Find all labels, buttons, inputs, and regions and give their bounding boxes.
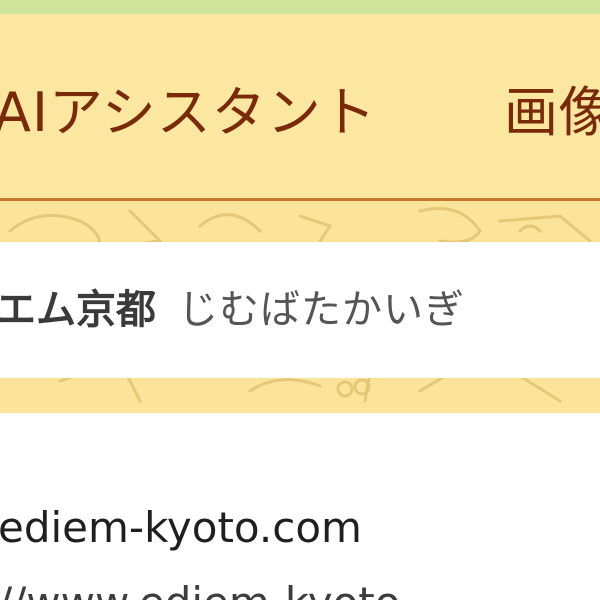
query-main-text: エム京都 [0, 287, 156, 333]
page: AIアシスタント 画像 エム京都じむばたか [0, 0, 600, 600]
top-banner-strip [0, 0, 600, 14]
search-query: エム京都 じむばたかいぎ [0, 286, 465, 334]
query-reading-text: じむばたかいぎ [178, 287, 465, 333]
search-results: ediem-kyoto.com //www.ediem-kyoto [0, 413, 600, 600]
tab-images[interactable]: 画像 [504, 86, 600, 140]
tab-ai-assistant[interactable]: AIアシスタント [0, 86, 377, 140]
result-url[interactable]: //www.ediem-kyoto [0, 578, 400, 600]
search-query-card[interactable]: エム京都 じむばたかいぎ [0, 242, 600, 378]
result-domain[interactable]: ediem-kyoto.com [0, 503, 362, 553]
search-tab-bar: AIアシスタント 画像 [0, 14, 600, 201]
